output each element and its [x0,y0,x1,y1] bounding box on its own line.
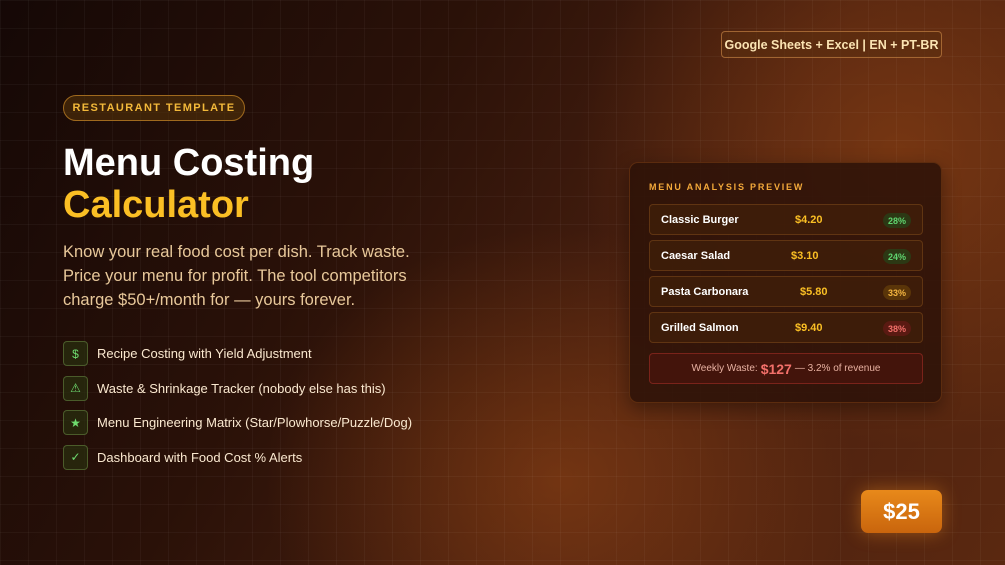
feature-item: ★ Menu Engineering Matrix (Star/Plowhors… [63,410,412,435]
feature-item: $ Recipe Costing with Yield Adjustment [63,341,412,366]
feature-label: Dashboard with Food Cost % Alerts [97,449,303,465]
dish-cost: $3.10 [791,250,819,262]
title-line-2: Calculator [63,184,249,226]
feature-list: $ Recipe Costing with Yield Adjustment ⚠… [63,341,412,479]
price-button[interactable]: $25 [861,490,942,533]
check-icon: ✓ [63,444,88,470]
dollar-icon: $ [63,341,88,366]
card-title: MENU ANALYSIS PREVIEW [649,182,805,192]
dish-name: Caesar Salad [661,250,731,262]
feature-label: Waste & Shrinkage Tracker (nobody else h… [97,380,386,396]
food-cost-badge: 28% [882,213,911,228]
waste-label: Weekly Waste: [691,363,758,374]
menu-row-pasta-carbonara: Pasta Carbonara $5.80 33% [649,276,923,307]
menu-row-grilled-salmon: Grilled Salmon $9.40 38% [649,312,923,343]
star-icon: ★ [63,410,88,435]
warning-icon: ⚠ [63,375,88,401]
dish-cost: $4.20 [795,214,823,226]
menu-row-caesar-salad: Caesar Salad $3.10 24% [649,240,923,271]
waste-amount: $127 [760,360,792,377]
food-cost-badge: 33% [882,285,911,300]
platform-badge: Google Sheets + Excel | EN + PT-BR [721,31,942,58]
food-cost-badge: 38% [882,321,911,336]
feature-item: ⚠ Waste & Shrinkage Tracker (nobody else… [63,375,412,401]
feature-label: Menu Engineering Matrix (Star/Plowhorse/… [97,415,413,430]
feature-item: ✓ Dashboard with Food Cost % Alerts [63,444,412,470]
dish-name: Classic Burger [661,214,739,226]
subtitle: Know your real food cost per dish. Track… [63,243,410,309]
dish-name: Grilled Salmon [661,322,739,334]
dish-cost: $5.80 [800,286,828,298]
food-cost-badge: 24% [882,249,911,264]
waste-note: — 3.2% of revenue [794,363,881,374]
feature-label: Recipe Costing with Yield Adjustment [97,346,312,361]
page-title: Menu Costing Calculator [63,142,314,226]
dish-cost: $9.40 [795,322,823,334]
category-pill: RESTAURANT TEMPLATE [63,95,245,121]
title-line-1: Menu Costing [63,142,315,184]
weekly-waste-banner: Weekly Waste: $127 — 3.2% of revenue [649,353,923,384]
menu-row-classic-burger: Classic Burger $4.20 28% [649,204,923,235]
menu-analysis-card: MENU ANALYSIS PREVIEW Classic Burger $4.… [629,162,942,403]
dish-name: Pasta Carbonara [661,286,749,298]
